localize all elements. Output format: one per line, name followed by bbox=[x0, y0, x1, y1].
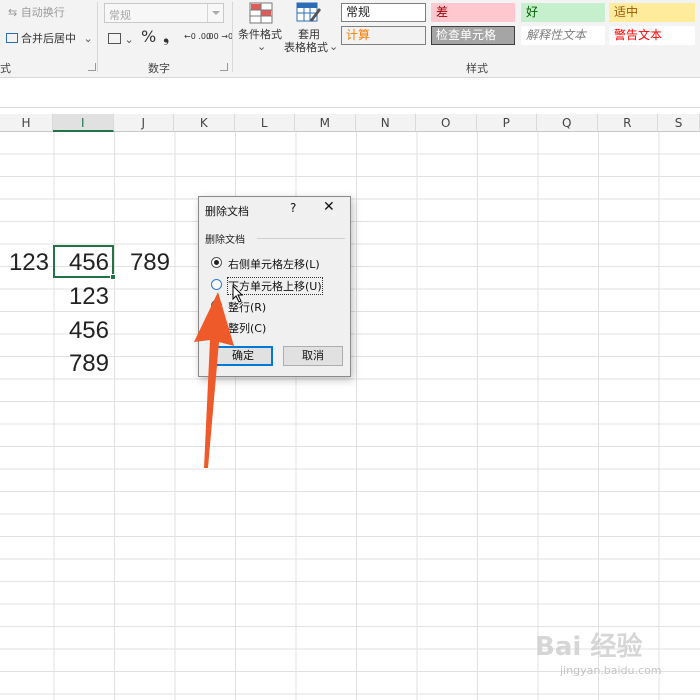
percent-style-button[interactable]: % bbox=[141, 29, 156, 45]
column-header[interactable]: J bbox=[113, 114, 174, 132]
dialog-group-label: 删除文档 bbox=[205, 235, 245, 246]
cell-i-value[interactable]: 456 bbox=[55, 316, 109, 346]
cell-style-option[interactable]: 适中 bbox=[609, 3, 695, 22]
alignment-group-label: 式 bbox=[0, 62, 11, 75]
alignment-launcher-icon[interactable] bbox=[88, 63, 96, 71]
ribbon: ⇆ 自动换行 合并后居中 ⌄ 式 常规 ⌄ % ❟ ←0 .00 .00 →0 … bbox=[0, 0, 700, 78]
format-as-table-icon bbox=[296, 2, 321, 22]
dialog-title: 删除文档 bbox=[205, 205, 249, 218]
radio-icon[interactable] bbox=[211, 321, 222, 332]
cell-i-value[interactable]: 123 bbox=[55, 282, 109, 312]
column-header[interactable]: M bbox=[295, 114, 356, 132]
column-header[interactable]: S bbox=[658, 114, 700, 132]
radio-icon[interactable] bbox=[211, 257, 222, 268]
group-divider bbox=[257, 238, 345, 239]
conditional-format-button[interactable]: 条件格式 ⌄ bbox=[238, 2, 284, 56]
cell-style-option[interactable]: 解释性文本 bbox=[521, 26, 605, 45]
cell-i-value[interactable]: 789 bbox=[55, 349, 109, 379]
merge-center-button[interactable]: 合并后居中 ⌄ bbox=[6, 32, 93, 46]
cell-j-value[interactable]: 789 bbox=[115, 248, 170, 278]
cell-style-option[interactable]: 差 bbox=[431, 3, 515, 22]
comma-style-button[interactable]: ❟ bbox=[163, 29, 169, 45]
column-header[interactable]: Q bbox=[537, 114, 598, 132]
wrap-text-button[interactable]: ⇆ 自动换行 bbox=[8, 6, 65, 20]
chevron-down-icon: ⌄ bbox=[257, 40, 267, 53]
accounting-icon bbox=[108, 33, 121, 44]
cell-style-option[interactable]: 好 bbox=[521, 3, 605, 22]
column-header[interactable]: K bbox=[174, 114, 235, 132]
group-divider bbox=[232, 2, 233, 72]
formula-bar[interactable] bbox=[0, 86, 700, 108]
radio-icon[interactable] bbox=[211, 300, 222, 311]
number-group-label: 数字 bbox=[148, 62, 170, 75]
wrap-text-icon: ⇆ bbox=[8, 6, 21, 19]
merge-center-icon bbox=[6, 33, 18, 43]
active-cell-border bbox=[53, 245, 114, 278]
cell-style-option[interactable]: 检查单元格 bbox=[431, 26, 515, 45]
cell-h-value[interactable]: 123 bbox=[0, 248, 49, 278]
help-button[interactable]: ? bbox=[290, 201, 296, 215]
cell-style-option[interactable]: 警告文本 bbox=[609, 26, 695, 45]
number-launcher-icon[interactable] bbox=[220, 63, 228, 71]
close-icon[interactable]: ✕ bbox=[323, 199, 335, 215]
chevron-down-icon: ⌄ bbox=[83, 32, 93, 45]
column-header[interactable]: R bbox=[597, 114, 658, 132]
column-header[interactable]: N bbox=[355, 114, 416, 132]
watermark-logo: Bai 经验 bbox=[535, 632, 643, 662]
number-format-dropdown[interactable]: 常规 bbox=[104, 3, 224, 23]
increase-decimal-button[interactable]: ←0 .00 bbox=[184, 32, 211, 41]
cancel-button[interactable]: 取消 bbox=[283, 346, 343, 366]
chevron-down-icon bbox=[207, 4, 223, 22]
watermark-url: jingyan.baidu.com bbox=[560, 664, 662, 677]
styles-group-label: 样式 bbox=[466, 62, 488, 75]
ok-button[interactable]: 确定 bbox=[213, 346, 273, 366]
decrease-decimal-button[interactable]: .00 →0 bbox=[206, 32, 233, 41]
conditional-format-icon bbox=[249, 2, 273, 24]
chevron-down-icon: ⌄ bbox=[329, 40, 339, 53]
column-header[interactable]: I bbox=[53, 114, 114, 132]
mouse-cursor-icon bbox=[232, 285, 244, 303]
group-divider bbox=[97, 2, 98, 72]
accounting-format-button[interactable]: ⌄ bbox=[108, 33, 134, 47]
fill-handle[interactable] bbox=[110, 274, 116, 280]
column-header[interactable]: P bbox=[476, 114, 537, 132]
delete-dialog: 删除文档 ? ✕ 删除文档 右侧单元格左移(L) 下方单元格上移(U) 整行(R… bbox=[198, 196, 351, 377]
chevron-down-icon: ⌄ bbox=[124, 33, 134, 46]
format-as-table-button[interactable]: 套用 表格格式 ⌄ bbox=[284, 2, 339, 56]
column-header[interactable]: H bbox=[0, 114, 53, 132]
radio-icon[interactable] bbox=[211, 279, 222, 290]
column-header[interactable]: L bbox=[234, 114, 295, 132]
cell-style-option[interactable]: 常规 bbox=[341, 3, 426, 22]
cell-style-option[interactable]: 计算 bbox=[341, 26, 426, 45]
column-header[interactable]: O bbox=[416, 114, 477, 132]
